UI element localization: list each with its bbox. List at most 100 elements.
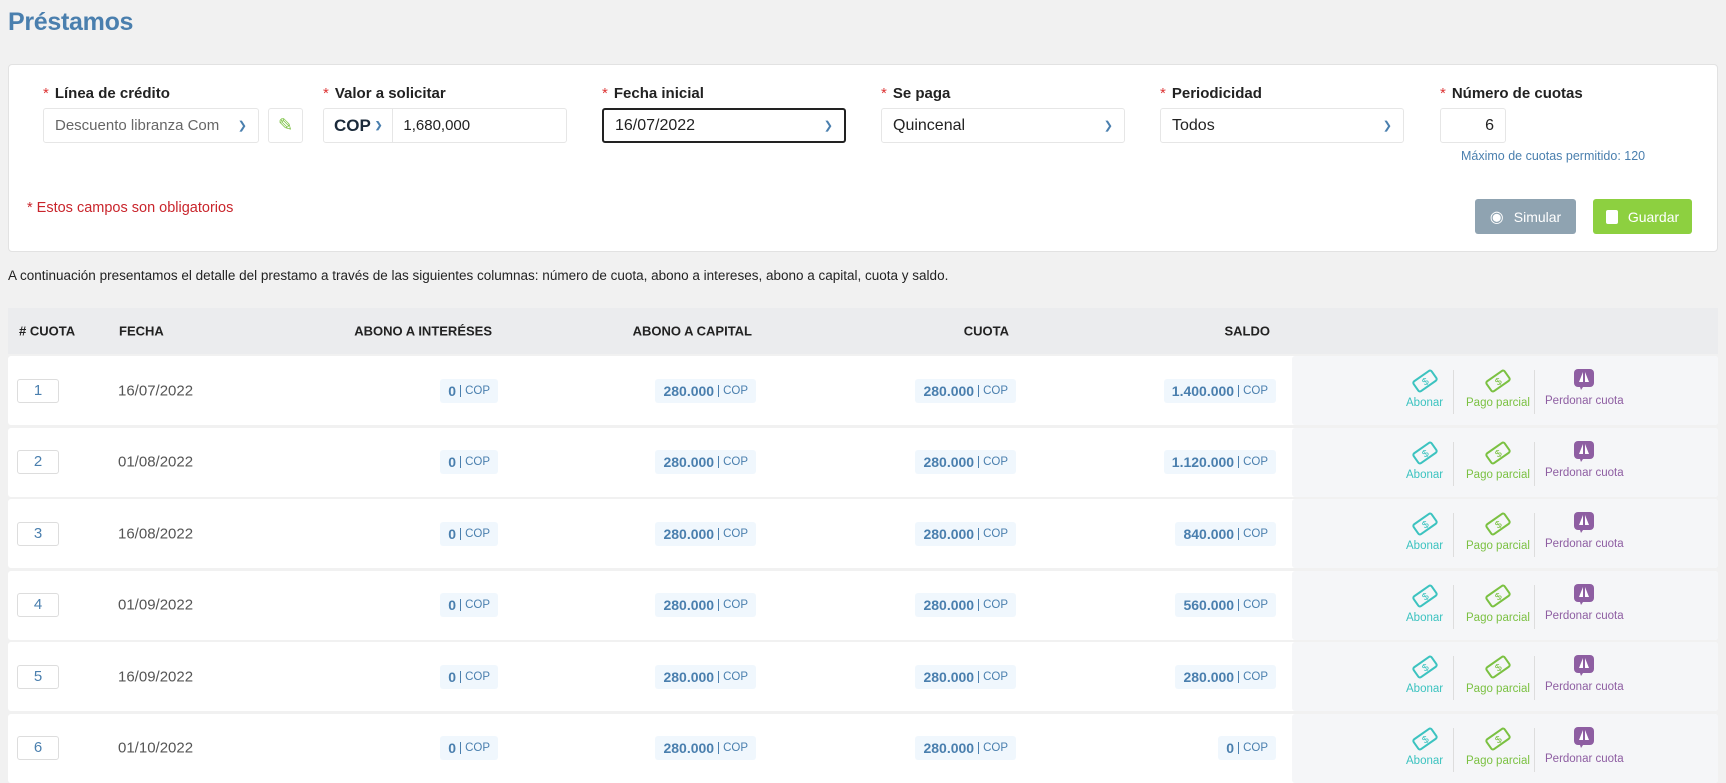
money-bill-icon: $ xyxy=(1466,726,1530,752)
capital-value: 280.000 COP xyxy=(655,521,756,546)
pago-parcial-button[interactable]: $ Pago parcial xyxy=(1466,368,1530,409)
abonar-button[interactable]: $ Abonar xyxy=(1406,654,1443,695)
money-bill-icon: $ xyxy=(1406,726,1443,752)
table-header: # CUOTA FECHA ABONO A INTERÉSES ABONO A … xyxy=(8,308,1718,354)
fecha-value: 16/07/2022 xyxy=(118,382,194,399)
chevron-down-icon: ❯ xyxy=(374,120,383,130)
saldo-value: 280.000 COP xyxy=(1175,664,1276,689)
cuota-number: 3 xyxy=(17,521,59,546)
fecha-value: 16/09/2022 xyxy=(118,668,194,685)
pago-parcial-button[interactable]: $ Pago parcial xyxy=(1466,654,1530,695)
periodicidad-select[interactable]: Todos ❯ xyxy=(1160,108,1404,143)
money-bill-icon: $ xyxy=(1466,440,1530,466)
svg-text:$: $ xyxy=(1493,376,1504,388)
table-row: 4 01/09/2022 0 COP 280.000 COP 280.000 COP 560… xyxy=(8,570,1718,640)
money-bill-icon: $ xyxy=(1466,654,1530,680)
fecha-label: * Fecha inicial xyxy=(602,85,704,102)
pencil-icon: ✎ xyxy=(277,115,294,135)
saldo-value: 560.000 COP xyxy=(1175,593,1276,617)
cuota-number: 5 xyxy=(17,664,59,689)
abonar-button[interactable]: $ Abonar xyxy=(1406,368,1443,409)
cuotas-label: * Número de cuotas xyxy=(1440,85,1583,102)
money-bill-icon: $ xyxy=(1466,368,1530,394)
linea-label: * Línea de crédito xyxy=(43,85,170,102)
header-fecha: FECHA xyxy=(119,323,164,339)
interes-value: 0 COP xyxy=(440,450,498,474)
svg-text:$: $ xyxy=(1493,733,1504,745)
cuota-number: 4 xyxy=(17,593,59,617)
svg-text:$: $ xyxy=(1493,662,1504,674)
svg-text:$: $ xyxy=(1493,590,1504,602)
pago-parcial-button[interactable]: $ Pago parcial xyxy=(1466,726,1530,767)
perdonar-cuota-button[interactable]: Perdonar cuota xyxy=(1545,368,1624,407)
fecha-value: 01/09/2022 xyxy=(118,596,194,614)
row-actions: $ Abonar $ Pago parcial Perdonar cuota xyxy=(1292,427,1718,497)
interes-value: 0 COP xyxy=(440,378,498,403)
perdonar-cuota-button[interactable]: Perdonar cuota xyxy=(1545,654,1624,693)
cuota-number: 2 xyxy=(17,450,59,474)
pago-parcial-button[interactable]: $ Pago parcial xyxy=(1466,511,1530,552)
perdonar-cuota-button[interactable]: Perdonar cuota xyxy=(1545,440,1624,479)
cuota-value: 280.000 COP xyxy=(915,593,1016,617)
page-title: Préstamos xyxy=(8,8,134,36)
abonar-button[interactable]: $ Abonar xyxy=(1406,511,1443,552)
header-cuota: # CUOTA xyxy=(19,323,76,339)
required-note: * Estos campos son obligatorios xyxy=(27,200,234,216)
interes-value: 0 COP xyxy=(440,593,498,617)
cuota-value: 280.000 COP xyxy=(915,736,1016,760)
praying-hands-icon xyxy=(1545,440,1624,464)
svg-text:$: $ xyxy=(1420,447,1431,459)
table-row: 3 16/08/2022 0 COP 280.000 COP 280.000 COP 840… xyxy=(8,499,1718,568)
abonar-button[interactable]: $ Abonar xyxy=(1406,726,1443,767)
valor-input[interactable]: COP ❯ 1,680,000 xyxy=(323,108,567,143)
chevron-down-icon: ❯ xyxy=(237,120,247,132)
cuota-number: 1 xyxy=(17,378,59,403)
edit-linea-button[interactable]: ✎ xyxy=(268,108,303,143)
fecha-inicial-select[interactable]: 16/07/2022 ❯ xyxy=(602,108,846,143)
capital-value: 280.000 COP xyxy=(655,450,756,474)
pago-parcial-button[interactable]: $ Pago parcial xyxy=(1466,440,1530,481)
saldo-value: 1.400.000 COP xyxy=(1163,378,1276,403)
row-actions: $ Abonar $ Pago parcial Perdonar cuota xyxy=(1292,713,1718,783)
eye-icon: ◉ xyxy=(1489,208,1504,226)
row-actions: $ Abonar $ Pago parcial Perdonar cuota xyxy=(1292,570,1718,640)
chevron-down-icon: ❯ xyxy=(1103,120,1113,132)
praying-hands-icon xyxy=(1545,583,1624,607)
simular-button[interactable]: ◉ Simular xyxy=(1475,199,1576,234)
money-bill-icon: $ xyxy=(1466,583,1530,609)
abonar-button[interactable]: $ Abonar xyxy=(1406,440,1443,481)
interes-value: 0 COP xyxy=(440,521,498,546)
chevron-down-icon: ❯ xyxy=(1382,120,1392,132)
capital-value: 280.000 COP xyxy=(655,593,756,617)
table-description: A continuación presentamos el detalle de… xyxy=(8,268,949,283)
cuota-value: 280.000 COP xyxy=(915,378,1016,403)
money-bill-icon: $ xyxy=(1406,583,1443,609)
row-actions: $ Abonar $ Pago parcial Perdonar cuota xyxy=(1292,642,1718,711)
valor-label: * Valor a solicitar xyxy=(323,85,446,102)
praying-hands-icon xyxy=(1545,726,1624,750)
linea-credito-select[interactable]: Descuento libranza Com ❯ xyxy=(43,108,259,143)
header-cuota-valor: CUOTA xyxy=(963,323,1009,339)
save-icon xyxy=(1605,209,1618,224)
interes-value: 0 COP xyxy=(440,664,498,689)
money-bill-icon: $ xyxy=(1406,440,1443,466)
praying-hands-icon xyxy=(1545,654,1624,678)
se-paga-label: * Se paga xyxy=(881,85,951,102)
fecha-value: 01/10/2022 xyxy=(118,739,194,757)
currency-select[interactable]: COP ❯ xyxy=(334,109,394,142)
svg-text:$: $ xyxy=(1420,662,1431,674)
perdonar-cuota-button[interactable]: Perdonar cuota xyxy=(1545,726,1624,765)
capital-value: 280.000 COP xyxy=(655,736,756,760)
numero-cuotas-input[interactable]: 6 xyxy=(1440,108,1506,143)
praying-hands-icon xyxy=(1545,368,1624,392)
svg-text:$: $ xyxy=(1493,447,1504,459)
perdonar-cuota-button[interactable]: Perdonar cuota xyxy=(1545,583,1624,622)
table-row: 1 16/07/2022 0 COP 280.000 COP 280.000 COP 1.4… xyxy=(8,356,1718,425)
abonar-button[interactable]: $ Abonar xyxy=(1406,583,1443,624)
se-paga-select[interactable]: Quincenal ❯ xyxy=(881,108,1125,143)
guardar-button[interactable]: Guardar xyxy=(1593,199,1692,234)
pago-parcial-button[interactable]: $ Pago parcial xyxy=(1466,583,1530,624)
perdonar-cuota-button[interactable]: Perdonar cuota xyxy=(1545,511,1624,550)
table-row: 6 01/10/2022 0 COP 280.000 COP 280.000 COP 0 CO… xyxy=(8,713,1718,783)
max-cuotas-hint: Máximo de cuotas permitido: 120 xyxy=(1461,149,1646,163)
